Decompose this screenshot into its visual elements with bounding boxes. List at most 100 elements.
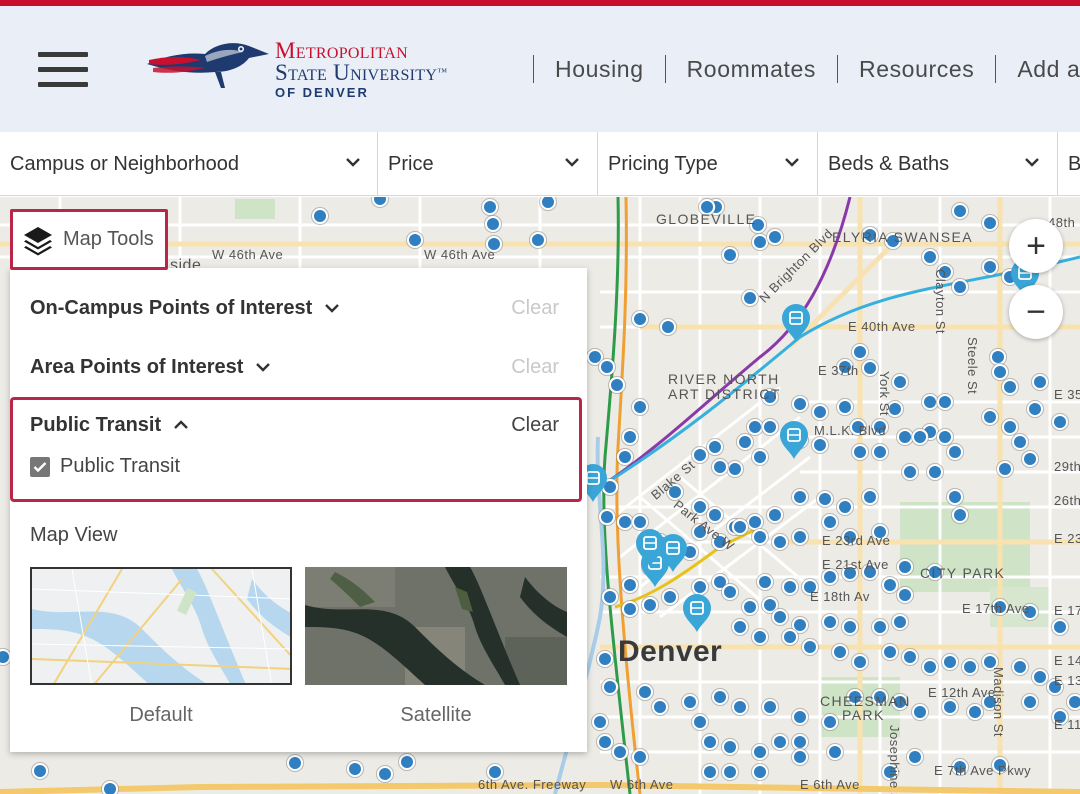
property-marker[interactable] (771, 608, 789, 626)
property-marker[interactable] (981, 214, 999, 232)
property-marker[interactable] (598, 508, 616, 526)
property-marker[interactable] (801, 638, 819, 656)
property-marker[interactable] (751, 528, 769, 546)
property-marker[interactable] (751, 763, 769, 781)
property-marker[interactable] (771, 733, 789, 751)
property-marker[interactable] (936, 393, 954, 411)
property-marker[interactable] (731, 518, 749, 536)
property-marker[interactable] (981, 408, 999, 426)
property-marker[interactable] (891, 373, 909, 391)
property-marker[interactable] (951, 278, 969, 296)
property-marker[interactable] (1051, 618, 1069, 636)
property-marker[interactable] (481, 198, 499, 216)
property-marker[interactable] (996, 460, 1014, 478)
filter-price[interactable]: Price (378, 132, 598, 196)
property-marker[interactable] (398, 753, 416, 771)
property-marker[interactable] (751, 743, 769, 761)
property-marker[interactable] (616, 448, 634, 466)
property-marker[interactable] (539, 197, 557, 211)
property-marker[interactable] (741, 598, 759, 616)
property-marker[interactable] (621, 576, 639, 594)
property-marker[interactable] (851, 653, 869, 671)
property-marker[interactable] (906, 748, 924, 766)
property-marker[interactable] (1001, 378, 1019, 396)
property-marker[interactable] (641, 596, 659, 614)
property-marker[interactable] (721, 246, 739, 264)
nav-link-add-a[interactable]: Add a (1017, 56, 1080, 83)
property-marker[interactable] (631, 748, 649, 766)
transit-station-marker[interactable] (782, 304, 810, 342)
property-marker[interactable] (371, 197, 389, 208)
property-marker[interactable] (896, 428, 914, 446)
property-marker[interactable] (941, 653, 959, 671)
property-marker[interactable] (896, 586, 914, 604)
property-marker[interactable] (936, 428, 954, 446)
property-marker[interactable] (981, 258, 999, 276)
on-campus-poi-toggle[interactable]: On-Campus Points of Interest (30, 297, 340, 320)
property-marker[interactable] (966, 703, 984, 721)
transit-station-marker[interactable] (780, 421, 808, 459)
public-transit-toggle[interactable]: Public Transit (30, 414, 189, 437)
property-marker[interactable] (816, 490, 834, 508)
property-marker[interactable] (598, 358, 616, 376)
property-marker[interactable] (861, 488, 879, 506)
nav-link-housing[interactable]: Housing (555, 56, 644, 83)
property-marker[interactable] (1026, 400, 1044, 418)
property-marker[interactable] (821, 513, 839, 531)
property-marker[interactable] (741, 289, 759, 307)
property-marker[interactable] (616, 513, 634, 531)
property-marker[interactable] (681, 693, 699, 711)
property-marker[interactable] (771, 533, 789, 551)
property-marker[interactable] (621, 600, 639, 618)
property-marker[interactable] (311, 207, 329, 225)
property-marker[interactable] (601, 678, 619, 696)
nav-link-resources[interactable]: Resources (859, 56, 974, 83)
property-marker[interactable] (791, 708, 809, 726)
property-marker[interactable] (621, 428, 639, 446)
property-marker[interactable] (701, 733, 719, 751)
property-marker[interactable] (636, 683, 654, 701)
map-view-satellite-thumbnail[interactable] (305, 567, 567, 685)
property-marker[interactable] (631, 310, 649, 328)
property-marker[interactable] (601, 588, 619, 606)
filter-more[interactable]: B (1058, 132, 1080, 196)
property-marker[interactable] (781, 578, 799, 596)
property-marker[interactable] (941, 698, 959, 716)
property-marker[interactable] (791, 488, 809, 506)
property-marker[interactable] (891, 613, 909, 631)
property-marker[interactable] (896, 558, 914, 576)
area-poi-toggle[interactable]: Area Points of Interest (30, 356, 271, 379)
property-marker[interactable] (761, 698, 779, 716)
property-marker[interactable] (921, 393, 939, 411)
property-marker[interactable] (529, 231, 547, 249)
property-marker[interactable] (596, 650, 614, 668)
property-marker[interactable] (631, 513, 649, 531)
property-marker[interactable] (791, 748, 809, 766)
property-marker[interactable] (746, 418, 764, 436)
property-marker[interactable] (861, 359, 879, 377)
property-marker[interactable] (781, 628, 799, 646)
property-marker[interactable] (811, 436, 829, 454)
property-marker[interactable] (871, 618, 889, 636)
property-marker[interactable] (484, 215, 502, 233)
filter-campus-neighborhood[interactable]: Campus or Neighborhood (0, 132, 378, 196)
property-marker[interactable] (31, 762, 49, 780)
property-marker[interactable] (791, 733, 809, 751)
property-marker[interactable] (659, 318, 677, 336)
property-marker[interactable] (991, 363, 1009, 381)
property-marker[interactable] (731, 698, 749, 716)
property-marker[interactable] (836, 498, 854, 516)
public-transit-clear-button[interactable]: Clear (511, 414, 559, 437)
property-marker[interactable] (721, 583, 739, 601)
property-marker[interactable] (1021, 693, 1039, 711)
property-marker[interactable] (376, 765, 394, 783)
property-marker[interactable] (661, 588, 679, 606)
zoom-in-button[interactable]: + (1009, 219, 1063, 273)
property-marker[interactable] (881, 576, 899, 594)
public-transit-option[interactable]: Public Transit (30, 455, 180, 478)
property-marker[interactable] (1001, 418, 1019, 436)
property-marker[interactable] (346, 760, 364, 778)
property-marker[interactable] (921, 248, 939, 266)
property-marker[interactable] (851, 443, 869, 461)
property-marker[interactable] (706, 438, 724, 456)
